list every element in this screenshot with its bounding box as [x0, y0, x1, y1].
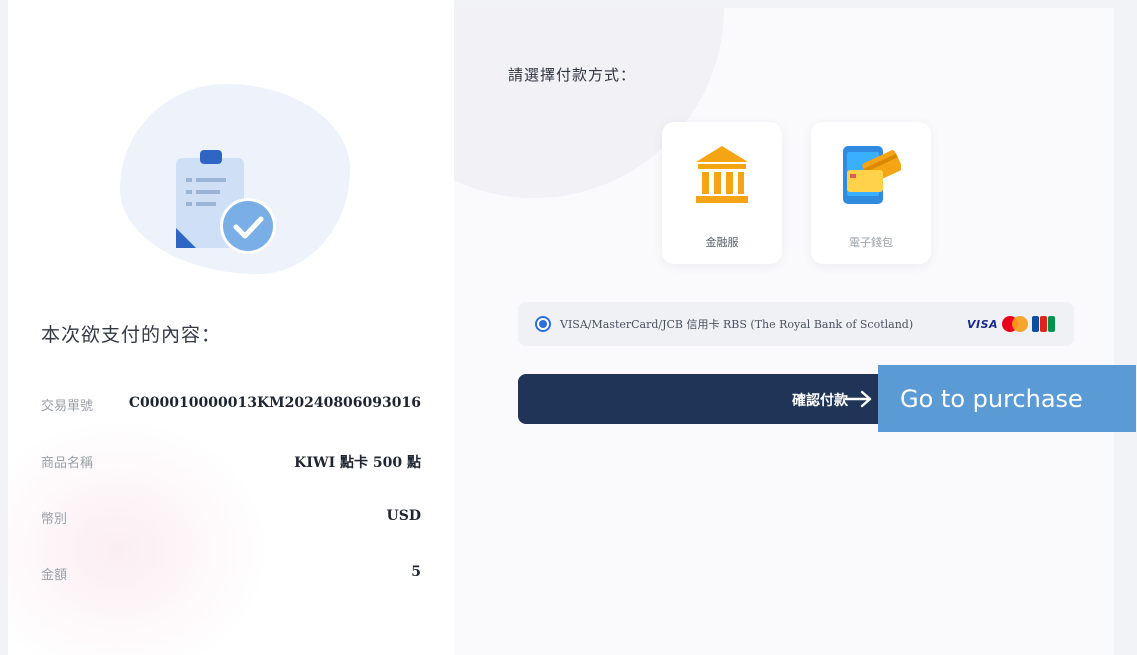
row-value: C000010000013KM20240806093016 [128, 395, 421, 411]
confirm-payment-label: 確認付款 [792, 393, 848, 409]
card-brand-logos: VISA [967, 316, 1056, 332]
summary-title: 本次欲支付的內容： [41, 324, 222, 346]
e-wallet-icon [843, 146, 901, 204]
payment-title: 請選擇付款方式： [508, 66, 637, 84]
row-value: 5 [411, 564, 421, 580]
mastercard-logo [1002, 316, 1029, 332]
row-value: KIWI 點卡 500 點 [294, 455, 421, 471]
row-label: 金額 [41, 568, 68, 583]
method-label-wallet: 電子錢包 [849, 236, 893, 249]
arrow-right-icon [844, 390, 872, 408]
summary-row-currency: 幣別 USD [41, 508, 421, 532]
bank-icon [696, 146, 748, 203]
order-summary-panel: 本次欲支付的內容： 交易單號 C000010000013KM2024080609… [8, 0, 454, 655]
row-value: USD [386, 508, 421, 524]
payment-option-label: VISA/MasterCard/JCB 信用卡 RBS (The Royal B… [560, 318, 914, 331]
jcb-logo [1032, 316, 1056, 332]
payment-option-credit-card[interactable]: VISA/MasterCard/JCB 信用卡 RBS (The Royal B… [518, 302, 1074, 346]
payment-panel: 請選擇付款方式： 金融服 電子錢包 VISA/MasterCard/JCB 信用… [454, 8, 1114, 655]
visa-logo: VISA [967, 317, 999, 331]
row-label: 交易單號 [41, 399, 94, 414]
method-label-bank: 金融服 [705, 236, 739, 249]
clipboard-check-icon [176, 150, 276, 254]
payment-method-wallet[interactable]: 電子錢包 [811, 122, 931, 264]
row-label: 幣別 [41, 512, 68, 527]
payment-method-bank[interactable]: 金融服 [662, 122, 782, 264]
summary-row-transaction: 交易單號 C000010000013KM20240806093016 [41, 395, 421, 419]
radio-selected-icon[interactable] [535, 316, 551, 332]
summary-row-product: 商品名稱 KIWI 點卡 500 點 [41, 452, 421, 476]
go-to-purchase-label[interactable]: Go to purchase [878, 365, 1136, 432]
summary-row-amount: 金額 5 [41, 564, 421, 588]
row-label: 商品名稱 [41, 456, 94, 471]
